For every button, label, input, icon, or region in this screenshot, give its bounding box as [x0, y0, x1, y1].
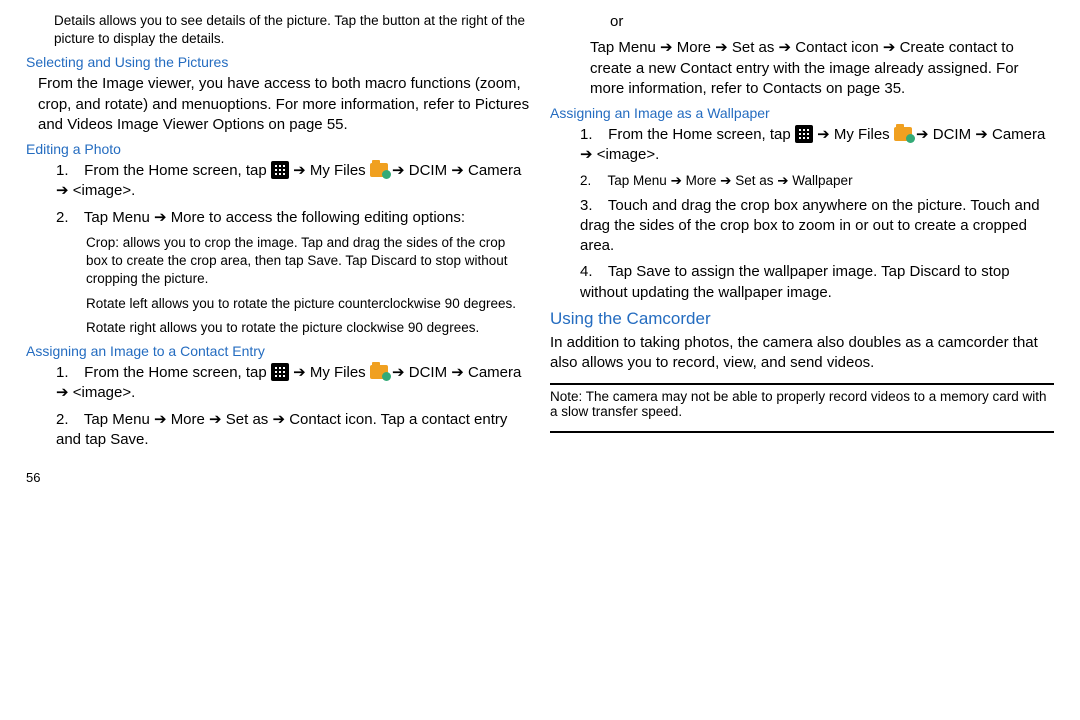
text: to access the following editing options: — [209, 209, 465, 226]
num-2b: 2. — [56, 410, 80, 430]
heading-editing: Editing a Photo — [26, 141, 530, 157]
heading-assign-contact: Assigning an Image to a Contact Entry — [26, 343, 530, 359]
text: Menu ➔ More ➔ Set as ➔ Contact icon — [112, 411, 372, 428]
wallpaper-step-2: 2. Tap Menu ➔ More ➔ Set as ➔ Wallpaper — [580, 172, 1054, 190]
text: to assign the wallpaper image. Tap — [675, 263, 910, 280]
text: Discard — [910, 263, 965, 280]
note-block: Note: The camera may not be able to prop… — [550, 389, 1054, 421]
heading-assign-wallpaper: Assigning an Image as a Wallpaper — [550, 105, 1054, 121]
rotate-left-desc: Rotate left allows you to rotate the pic… — [86, 295, 530, 313]
text: Tap — [608, 173, 634, 188]
note-label: Note: — [550, 389, 582, 404]
camcorder-paragraph: In addition to taking photos, the camera… — [550, 333, 1054, 374]
num-3c: 3. — [580, 196, 604, 216]
num-1: 1. — [56, 161, 80, 181]
text: options — [219, 96, 267, 113]
text: ➔ My Files — [293, 364, 370, 381]
text: Tap — [84, 411, 112, 428]
or-label: or — [610, 12, 1054, 32]
rotate-right-desc: Rotate right allows you to rotate the pi… — [86, 319, 530, 337]
text: Menu ➔ More — [112, 209, 209, 226]
text: From the Home screen, — [84, 162, 246, 179]
text: tap — [246, 162, 267, 179]
text: ➔ My Files — [293, 162, 370, 179]
note-text: The camera may not be able to properly r… — [550, 389, 1047, 419]
text: formation, refer to — [640, 80, 763, 97]
my-files-icon — [370, 365, 388, 379]
text: Contacts — [763, 80, 822, 97]
text: ➔ My Files — [817, 126, 894, 143]
text: menu — [181, 96, 219, 113]
num-2c: 2. — [580, 172, 604, 190]
or-paragraph: Tap Menu ➔ More ➔ Set as ➔ Contact icon … — [590, 38, 1054, 99]
num-1b: 1. — [56, 363, 80, 383]
page-number: 56 — [26, 470, 530, 485]
selecting-paragraph: From the Image viewer, you have access t… — [38, 74, 530, 135]
apps-grid-icon — [271, 161, 289, 179]
apps-grid-icon — [271, 363, 289, 381]
text: Menu ➔ More ➔ Set as ➔ Wallpaper — [633, 173, 853, 188]
num-2: 2. — [56, 208, 80, 228]
num-4c: 4. — [580, 262, 604, 282]
text: Tap — [608, 263, 636, 280]
crop-desc: Crop: allows you to crop the image. Tap … — [86, 234, 530, 289]
wallpaper-step-1: 1. From the Home screen, tap ➔ My Files … — [580, 125, 1054, 166]
wallpaper-step-3: 3. Touch and drag the crop box anywhere … — [580, 196, 1054, 257]
text: tap — [770, 126, 791, 143]
my-files-icon — [370, 163, 388, 177]
wallpaper-step-4: 4. Tap Save to assign the wallpaper imag… — [580, 262, 1054, 303]
text: tap — [246, 364, 267, 381]
text: From the Home screen, — [84, 364, 246, 381]
num-1c: 1. — [580, 125, 604, 145]
text: From the Home screen, — [608, 126, 770, 143]
divider-bottom — [550, 431, 1054, 433]
heading-camcorder: Using the Camcorder — [550, 309, 1054, 329]
details-text: Details allows you to see details of the… — [54, 12, 530, 48]
edit-step-2: 2. Tap Menu ➔ More to access the followi… — [56, 208, 530, 228]
edit-step-1: 1. From the Home screen, tap ➔ My Files … — [56, 161, 530, 202]
text: Touch and drag the crop box anywhere on … — [580, 197, 1040, 255]
text: . For more information, refer to — [267, 96, 475, 113]
heading-selecting: Selecting and Using the Pictures — [26, 54, 530, 70]
text: Save — [636, 263, 674, 280]
text: on page 35. — [822, 80, 905, 97]
apps-grid-icon — [795, 125, 813, 143]
my-files-icon — [894, 127, 912, 141]
assign-contact-step-1: 1. From the Home screen, tap ➔ My Files … — [56, 363, 530, 404]
text: Tap — [84, 209, 112, 226]
text: on page 55. — [264, 116, 347, 133]
assign-contact-step-2: 2. Tap Menu ➔ More ➔ Set as ➔ Contact ic… — [56, 410, 530, 451]
text: Tap — [590, 39, 618, 56]
divider-top — [550, 383, 1054, 385]
text: Menu ➔ More ➔ Set as ➔ Contact icon ➔ Cr… — [618, 39, 997, 56]
